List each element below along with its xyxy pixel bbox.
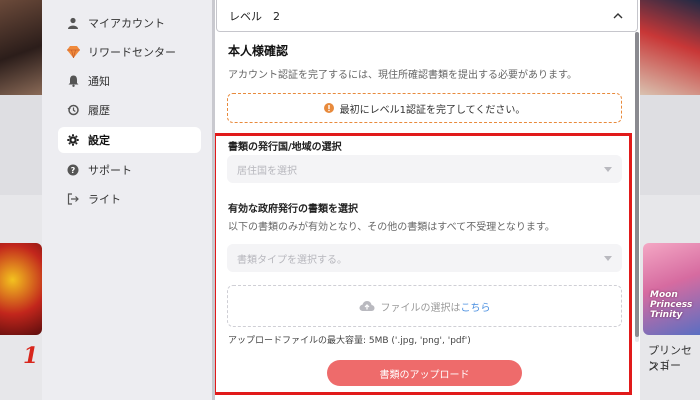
country-label: 書類の発行国/地域の選択 — [228, 142, 342, 153]
sidebar-item-my-account[interactable]: マイアカウント — [58, 10, 201, 36]
rank-number: 1 — [23, 343, 39, 369]
caret-down-icon — [604, 166, 612, 172]
cloud-upload-icon — [359, 300, 375, 312]
caret-down-icon — [604, 255, 612, 261]
game-card-right[interactable] — [643, 243, 700, 335]
game-card-left[interactable] — [0, 243, 42, 335]
person-icon — [58, 17, 88, 29]
scrollbar-thumb[interactable] — [635, 32, 639, 337]
document-description: 以下の書類のみが有効となり、その他の書類はすべて不受理となります。 — [228, 222, 555, 233]
sidebar-item-label: 通知 — [88, 75, 110, 88]
bell-icon — [58, 75, 88, 87]
document-type-placeholder: 書類タイプを選択する。 — [237, 254, 347, 266]
sidebar-item-label: サポート — [88, 164, 132, 177]
sidebar-item-label: マイアカウント — [88, 17, 165, 30]
background-banner-right — [640, 0, 700, 95]
sidebar-item-rewards[interactable]: リワードセンター — [58, 39, 201, 65]
verification-panel: レベル 2 本人様確認 アカウント認証を完了するには、現住所確認書類を提出する必… — [215, 0, 640, 400]
sidebar-item-label: ライト — [88, 193, 121, 206]
background-band-left — [0, 95, 42, 195]
help-icon: ? — [58, 164, 88, 176]
section-title: 本人様確認 — [228, 44, 289, 58]
gear-icon — [58, 134, 88, 146]
upload-documents-button[interactable]: 書類のアップロード — [327, 360, 522, 386]
svg-text:?: ? — [71, 166, 76, 175]
background-band-right — [640, 95, 700, 195]
scrollbar[interactable] — [635, 32, 639, 342]
sidebar-item-logout[interactable]: ライト — [58, 186, 201, 212]
document-label: 有効な政府発行の書類を選択 — [228, 204, 358, 215]
diamond-icon — [58, 46, 88, 58]
account-sidebar: マイアカウント リワードセンター 通知 履歴 設定 ? サポート ライト — [42, 0, 212, 400]
file-size-hint: アップロードファイルの最大容量: 5MB ('.jpg, 'png', 'pdf… — [228, 336, 471, 346]
level-warning: 最初にレベル1認証を完了してください。 — [227, 93, 622, 123]
file-zone-text: ファイルの選択は — [380, 302, 461, 314]
section-description: アカウント認証を完了するには、現住所確認書類を提出する必要があります。 — [228, 70, 577, 81]
country-select-placeholder: 居住国を選択 — [237, 165, 297, 177]
sidebar-item-notifications[interactable]: 通知 — [58, 68, 201, 94]
history-icon — [58, 104, 88, 116]
country-select[interactable]: 居住国を選択 — [227, 155, 622, 183]
background-banner-left — [0, 0, 42, 95]
sidebar-item-label: リワードセンター — [88, 46, 176, 59]
file-drop-zone[interactable]: ファイルの選択は こちら — [227, 285, 622, 327]
file-select-link[interactable]: こちら — [461, 299, 491, 314]
sidebar-item-label: 履歴 — [88, 104, 110, 117]
warning-icon — [323, 103, 334, 113]
sidebar-item-settings[interactable]: 設定 — [58, 127, 201, 153]
sidebar-item-history[interactable]: 履歴 — [58, 97, 201, 123]
level-select-value: レベル 2 — [229, 9, 280, 23]
document-type-select[interactable]: 書類タイプを選択する。 — [227, 244, 622, 272]
level-warning-text: 最初にレベル1認証を完了してください。 — [339, 104, 526, 116]
game-card-right-caption-2: ンゴー — [648, 359, 681, 372]
level-select[interactable]: レベル 2 — [216, 0, 638, 32]
sidebar-item-support[interactable]: ? サポート — [58, 157, 201, 183]
chevron-up-icon — [611, 9, 625, 23]
logout-icon — [58, 193, 88, 205]
game-card-right-title: Moon Princess Trinity — [650, 290, 693, 320]
sidebar-item-label: 設定 — [88, 134, 110, 147]
